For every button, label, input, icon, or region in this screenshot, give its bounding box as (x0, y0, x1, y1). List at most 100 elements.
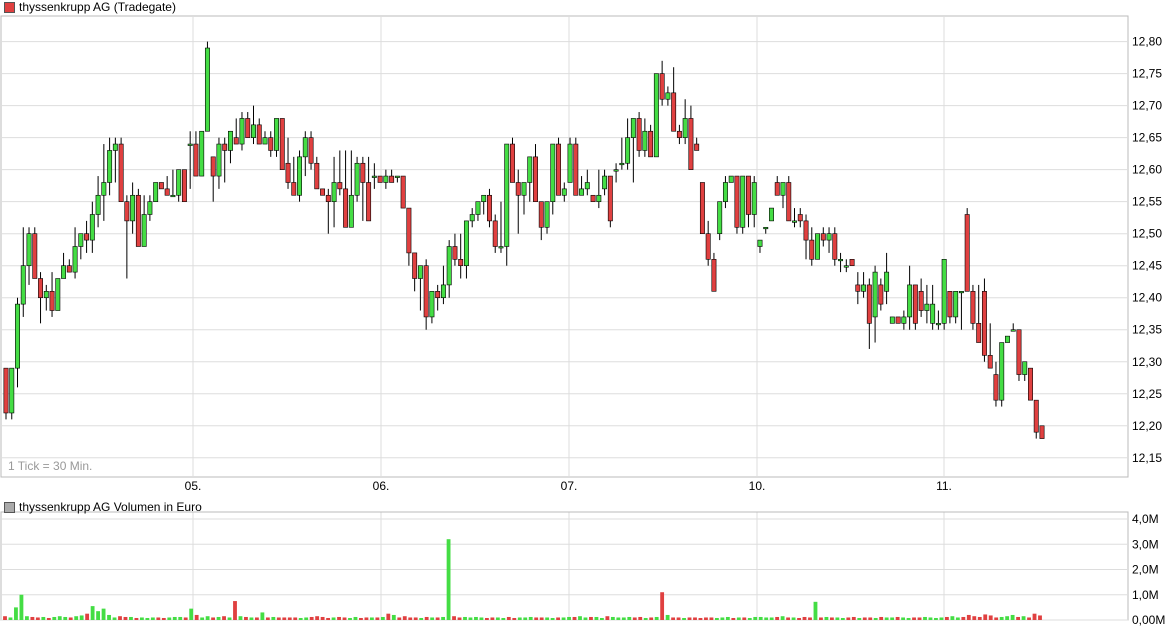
volume-bar (298, 617, 303, 620)
candle-body (469, 214, 475, 222)
candle-body (958, 291, 964, 294)
volume-bar (955, 617, 960, 620)
volume-bar (452, 616, 456, 620)
volume-bar (391, 614, 396, 620)
candle-body (579, 188, 585, 196)
volume-bar (545, 617, 550, 620)
volume-y-tick-label: 1,0M (1132, 588, 1159, 602)
volume-bar (271, 616, 276, 620)
candle-body (757, 239, 763, 247)
candle-body (596, 194, 602, 202)
candle-body (694, 143, 700, 151)
candle-body (688, 118, 694, 170)
volume-bar (24, 616, 29, 620)
volume-bar (287, 617, 292, 620)
x-tick-label: 07. (561, 479, 578, 493)
volume-bar (994, 617, 999, 620)
candle-body (521, 182, 527, 196)
volume-bar (386, 613, 391, 620)
volume-bar (671, 617, 676, 620)
volume-bar (665, 614, 670, 620)
candle-body (746, 175, 751, 215)
candle-body (567, 143, 573, 183)
volume-bar (567, 616, 571, 620)
volume-bar (868, 617, 873, 620)
volume-bar (928, 617, 933, 620)
volume-bar (150, 617, 155, 620)
candle-body (429, 291, 435, 318)
volume-bar (68, 617, 73, 620)
candle-body (55, 278, 61, 311)
candle-body (78, 233, 84, 247)
volume-bar (523, 617, 528, 620)
volume-bar (380, 616, 385, 620)
candle-body (999, 342, 1005, 401)
volume-bar (912, 617, 916, 620)
volume-bar (211, 617, 216, 620)
volume-bar (693, 617, 697, 620)
candle-body (43, 291, 49, 299)
candle-body (849, 259, 855, 267)
volume-bar (605, 616, 610, 620)
candle-body (492, 220, 498, 247)
volume-bar (632, 617, 637, 620)
price-chart: 12,15 12,20 12,25 12,30 12,35 12,40 12,45 12,50… (0, 15, 1165, 627)
candle-body (193, 143, 199, 177)
volume-bar (654, 616, 659, 620)
candle-body (533, 156, 538, 202)
candle-body (613, 169, 619, 172)
volume-bar (638, 616, 643, 620)
candle-body (843, 265, 849, 268)
candle-body (584, 182, 590, 190)
candle-body (366, 182, 372, 222)
candle-body (711, 259, 717, 292)
x-tick-label: 11. (936, 479, 952, 493)
volume-bar (304, 617, 309, 620)
volume-bar (676, 617, 681, 620)
candle-body (320, 188, 326, 196)
volume-bar (353, 616, 358, 620)
price-y-tick-label: 12,15 (1132, 451, 1162, 465)
candle-body (1033, 399, 1039, 433)
volume-bar (413, 617, 418, 620)
candle-body (803, 220, 809, 241)
candle-body (981, 291, 987, 356)
candle-body (792, 220, 797, 223)
price-y-tick-label: 12,45 (1132, 259, 1162, 273)
candle-body (878, 284, 884, 305)
volume-bar (561, 617, 566, 620)
volume-bar (309, 616, 314, 620)
volume-bar (977, 616, 982, 620)
candle-body (809, 239, 815, 260)
candle-body (855, 284, 861, 292)
volume-bar (857, 617, 862, 620)
volume-bar (786, 617, 791, 620)
volume-bar (983, 614, 988, 620)
volume-bar (709, 617, 714, 620)
candle-body (343, 188, 349, 228)
candle-body (262, 137, 268, 145)
volume-bar (879, 616, 884, 620)
volume-bar (742, 617, 747, 620)
candle-body (181, 169, 187, 202)
candle-body (199, 130, 205, 177)
volume-bar (276, 617, 281, 620)
volume-bar (189, 608, 194, 620)
candle-body (440, 284, 446, 299)
price-y-tick-label: 12,30 (1132, 355, 1162, 369)
candle-body (153, 182, 159, 202)
volume-bar (178, 616, 183, 620)
candle-body (705, 233, 711, 260)
candle-body (354, 162, 360, 196)
candle-body (216, 143, 222, 177)
volume-bar (348, 617, 352, 620)
volume-bar (704, 617, 708, 620)
volume-bar (556, 617, 561, 620)
volume-bar (1021, 616, 1026, 620)
candle-body (515, 182, 521, 196)
volume-bar (813, 601, 818, 620)
volume-bar (375, 617, 380, 620)
volume-bar (1016, 616, 1021, 620)
candle-body (314, 162, 320, 190)
volume-bar (890, 617, 895, 620)
